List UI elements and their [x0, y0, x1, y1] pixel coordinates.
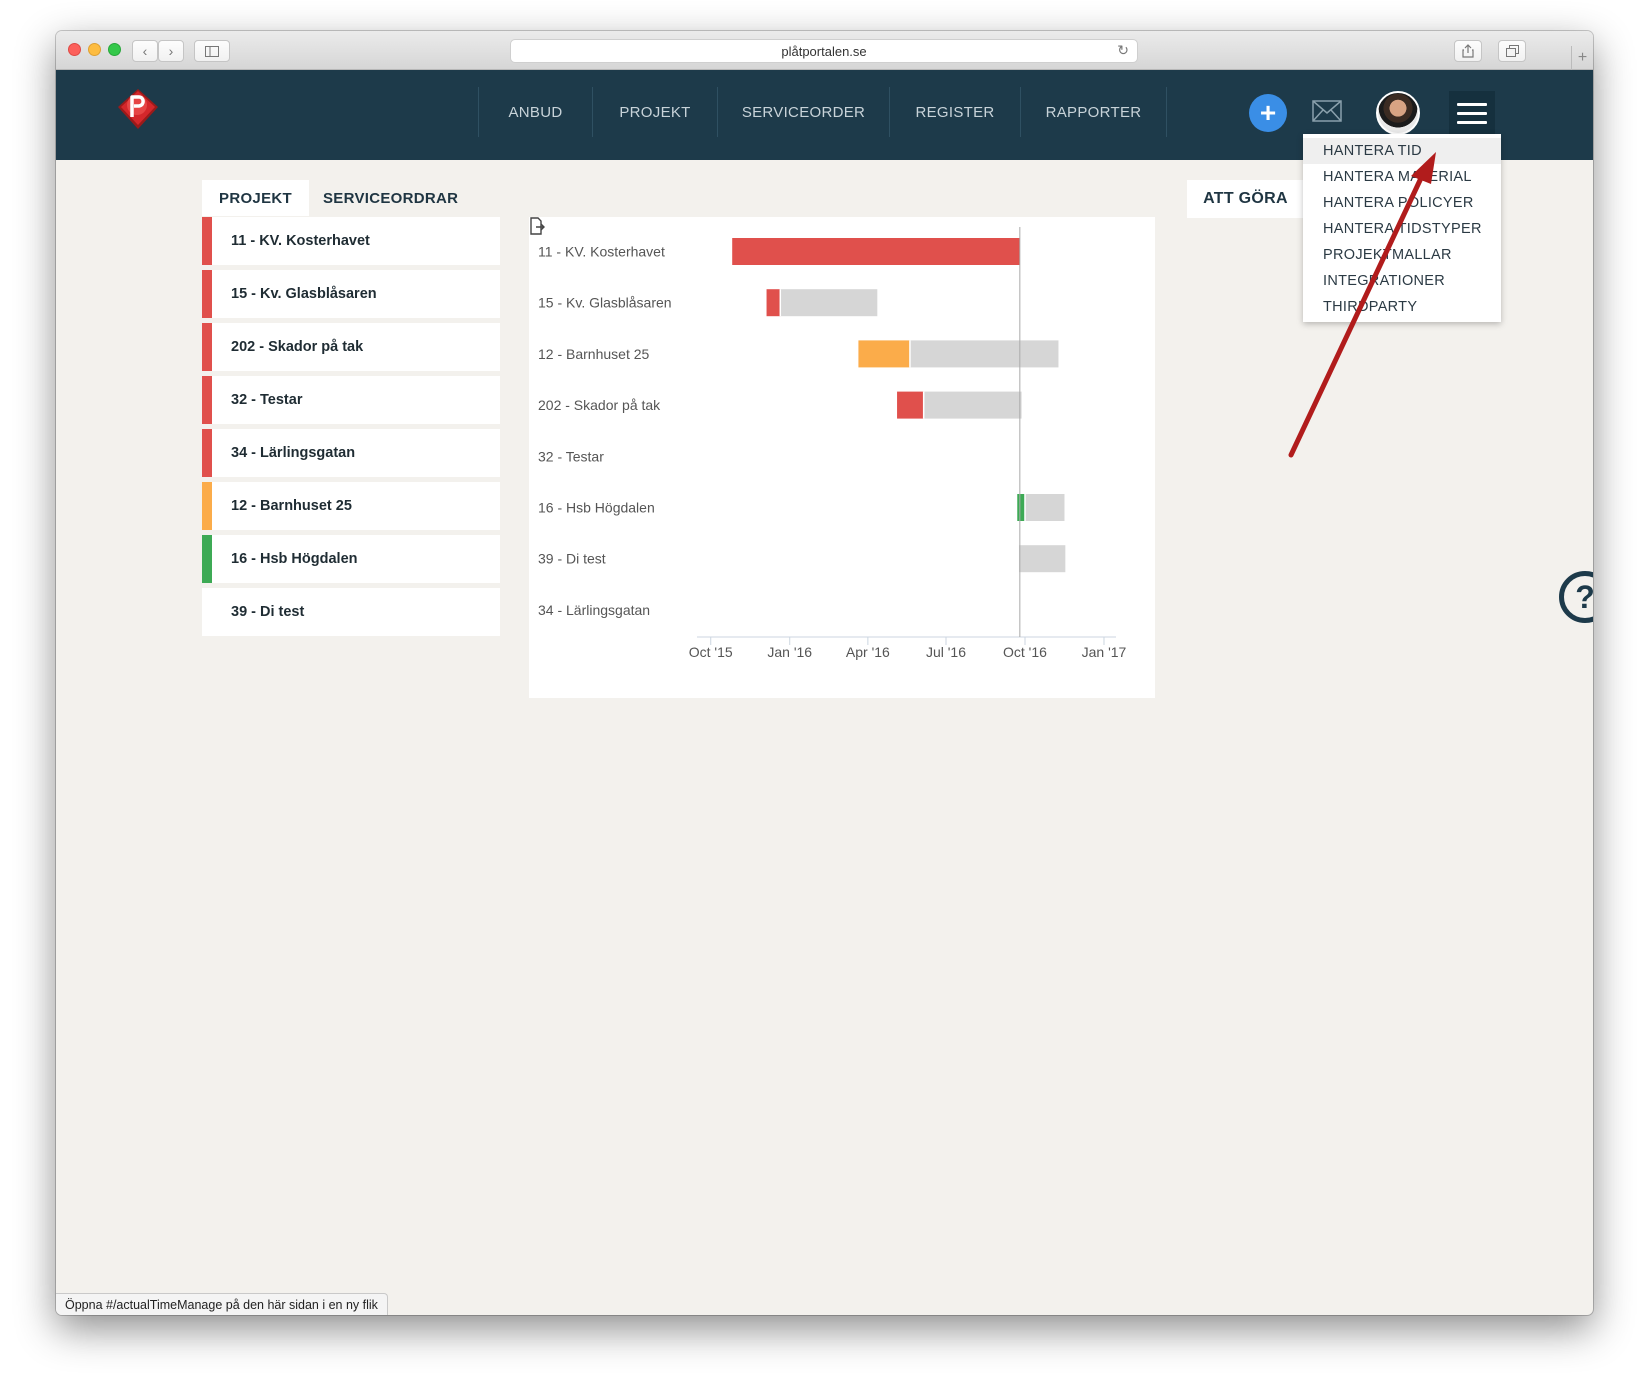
x-axis-tick-label: Apr '16	[846, 644, 890, 660]
minimize-window-button[interactable]	[88, 43, 101, 56]
x-axis-tick-label: Oct '15	[689, 644, 733, 660]
project-list-item[interactable]: 202 - Skador på tak	[202, 323, 500, 371]
chevron-right-icon: ›	[168, 43, 174, 59]
share-icon	[1462, 44, 1474, 58]
project-gantt-chart: 11 - KV. Kosterhavet 15 - Kv. Glasblåsare…	[529, 217, 1155, 698]
nav-rapporter[interactable]: RAPPORTER	[1020, 87, 1167, 137]
menu-item[interactable]: PROJEKTMALLAR	[1303, 242, 1501, 268]
gantt-row-label: 39 - Di test	[538, 551, 606, 567]
project-list-item[interactable]: 11 - KV. Kosterhavet	[202, 217, 500, 265]
menu-item[interactable]: HANTERA TID	[1303, 138, 1501, 164]
gantt-remaining-bar	[923, 391, 1022, 419]
share-button[interactable]	[1454, 40, 1482, 62]
menu-item[interactable]: HANTERA MATERIAL	[1303, 164, 1501, 190]
x-axis-tick-label: Oct '16	[1003, 644, 1047, 660]
menu-icon-bar	[1457, 120, 1487, 124]
gantt-row-label: 15 - Kv. Glasblåsaren	[538, 295, 672, 311]
back-button[interactable]: ‹	[132, 40, 158, 62]
menu-item[interactable]: INTEGRATIONER	[1303, 268, 1501, 294]
gantt-progress-bar	[732, 238, 1021, 265]
hamburger-menu-button[interactable]	[1449, 91, 1495, 135]
menu-item[interactable]: HANTERA TIDSTYPER	[1303, 216, 1501, 242]
browser-window: ‹ › plåtportalen.se ↻ + ANBUD PROJEKT SE…	[56, 31, 1593, 1315]
gantt-progress-bar	[1017, 494, 1025, 521]
close-window-button[interactable]	[68, 43, 81, 56]
gantt-progress-bar	[897, 391, 924, 419]
gantt-progress-bar	[858, 340, 910, 368]
nav-register[interactable]: REGISTER	[889, 87, 1020, 137]
tab-serviceordrar[interactable]: SERVICEORDRAR	[323, 180, 458, 216]
menu-icon	[1457, 102, 1487, 106]
settings-dropdown-menu: HANTERA TID HANTERA MATERIAL HANTERA POLIC…	[1303, 134, 1501, 322]
gantt-remaining-bar	[1024, 494, 1065, 521]
project-list-item[interactable]: 32 - Testar	[202, 376, 500, 424]
export-icon[interactable]	[529, 217, 545, 235]
help-button[interactable]: ?	[1559, 571, 1593, 623]
nav-projekt[interactable]: PROJEKT	[592, 87, 717, 137]
gantt-row-label: 202 - Skador på tak	[538, 397, 661, 413]
zoom-window-button[interactable]	[108, 43, 121, 56]
browser-titlebar: ‹ › plåtportalen.se ↻ +	[56, 31, 1593, 70]
question-icon: ?	[1575, 578, 1593, 615]
gantt-remaining-bar	[909, 340, 1059, 368]
nav-anbud[interactable]: ANBUD	[478, 87, 592, 137]
main-nav: ANBUD PROJEKT SERVICEORDER REGISTER RAPP…	[478, 87, 1167, 137]
mail-icon[interactable]	[1312, 100, 1342, 122]
gantt-remaining-bar	[1018, 545, 1066, 573]
platportalen-logo[interactable]	[116, 87, 160, 131]
project-list: 11 - KV. Kosterhavet 15 - Kv. Glasblåsare…	[202, 217, 500, 641]
reload-icon[interactable]: ↻	[1117, 42, 1129, 59]
browser-status-bar: Öppna #/actualTimeManage på den här sida…	[56, 1293, 388, 1315]
x-axis-tick-label: Jan '16	[767, 644, 812, 660]
gantt-svg: 11 - KV. Kosterhavet 15 - Kv. Glasblåsare…	[538, 227, 1127, 660]
nav-serviceorder[interactable]: SERVICEORDER	[717, 87, 889, 137]
tab-att-gora[interactable]: ATT GÖRA	[1187, 180, 1304, 218]
x-axis-tick-label: Jan '17	[1082, 644, 1127, 660]
gantt-row-label: 12 - Barnhuset 25	[538, 346, 650, 362]
gantt-remaining-bar	[780, 289, 878, 317]
url-text: plåtportalen.se	[781, 43, 867, 59]
sidebar-toggle-button[interactable]	[194, 40, 230, 62]
menu-item[interactable]: HANTERA POLICYER	[1303, 190, 1501, 216]
chevron-left-icon: ‹	[142, 43, 148, 59]
new-tab-button[interactable]: +	[1571, 46, 1593, 70]
project-list-item[interactable]: 39 - Di test	[202, 588, 500, 636]
gantt-row-label: 34 - Lärlingsgatan	[538, 602, 650, 618]
gantt-row-label: 16 - Hsb Högdalen	[538, 500, 655, 516]
plus-icon: +	[1577, 49, 1588, 66]
tabs-icon	[1505, 45, 1519, 57]
add-button[interactable]: +	[1249, 94, 1287, 132]
forward-button[interactable]: ›	[158, 40, 184, 62]
menu-icon-bar	[1457, 111, 1487, 115]
sidebar-icon	[205, 45, 219, 57]
tabs-overview-button[interactable]	[1498, 40, 1526, 62]
project-list-item[interactable]: 16 - Hsb Högdalen	[202, 535, 500, 583]
gantt-row-label: 32 - Testar	[538, 448, 604, 464]
gantt-progress-bar	[766, 289, 781, 317]
menu-item[interactable]: THIRDPARTY	[1303, 294, 1501, 320]
project-list-item[interactable]: 12 - Barnhuset 25	[202, 482, 500, 530]
tab-projekt[interactable]: PROJEKT	[202, 180, 309, 216]
gantt-row-label: 11 - KV. Kosterhavet	[538, 244, 665, 260]
project-list-item[interactable]: 34 - Lärlingsgatan	[202, 429, 500, 477]
address-bar[interactable]: plåtportalen.se ↻	[510, 39, 1138, 63]
user-avatar[interactable]	[1376, 91, 1420, 135]
x-axis-tick-label: Jul '16	[926, 644, 966, 660]
project-list-item[interactable]: 15 - Kv. Glasblåsaren	[202, 270, 500, 318]
plus-icon: +	[1259, 97, 1277, 128]
